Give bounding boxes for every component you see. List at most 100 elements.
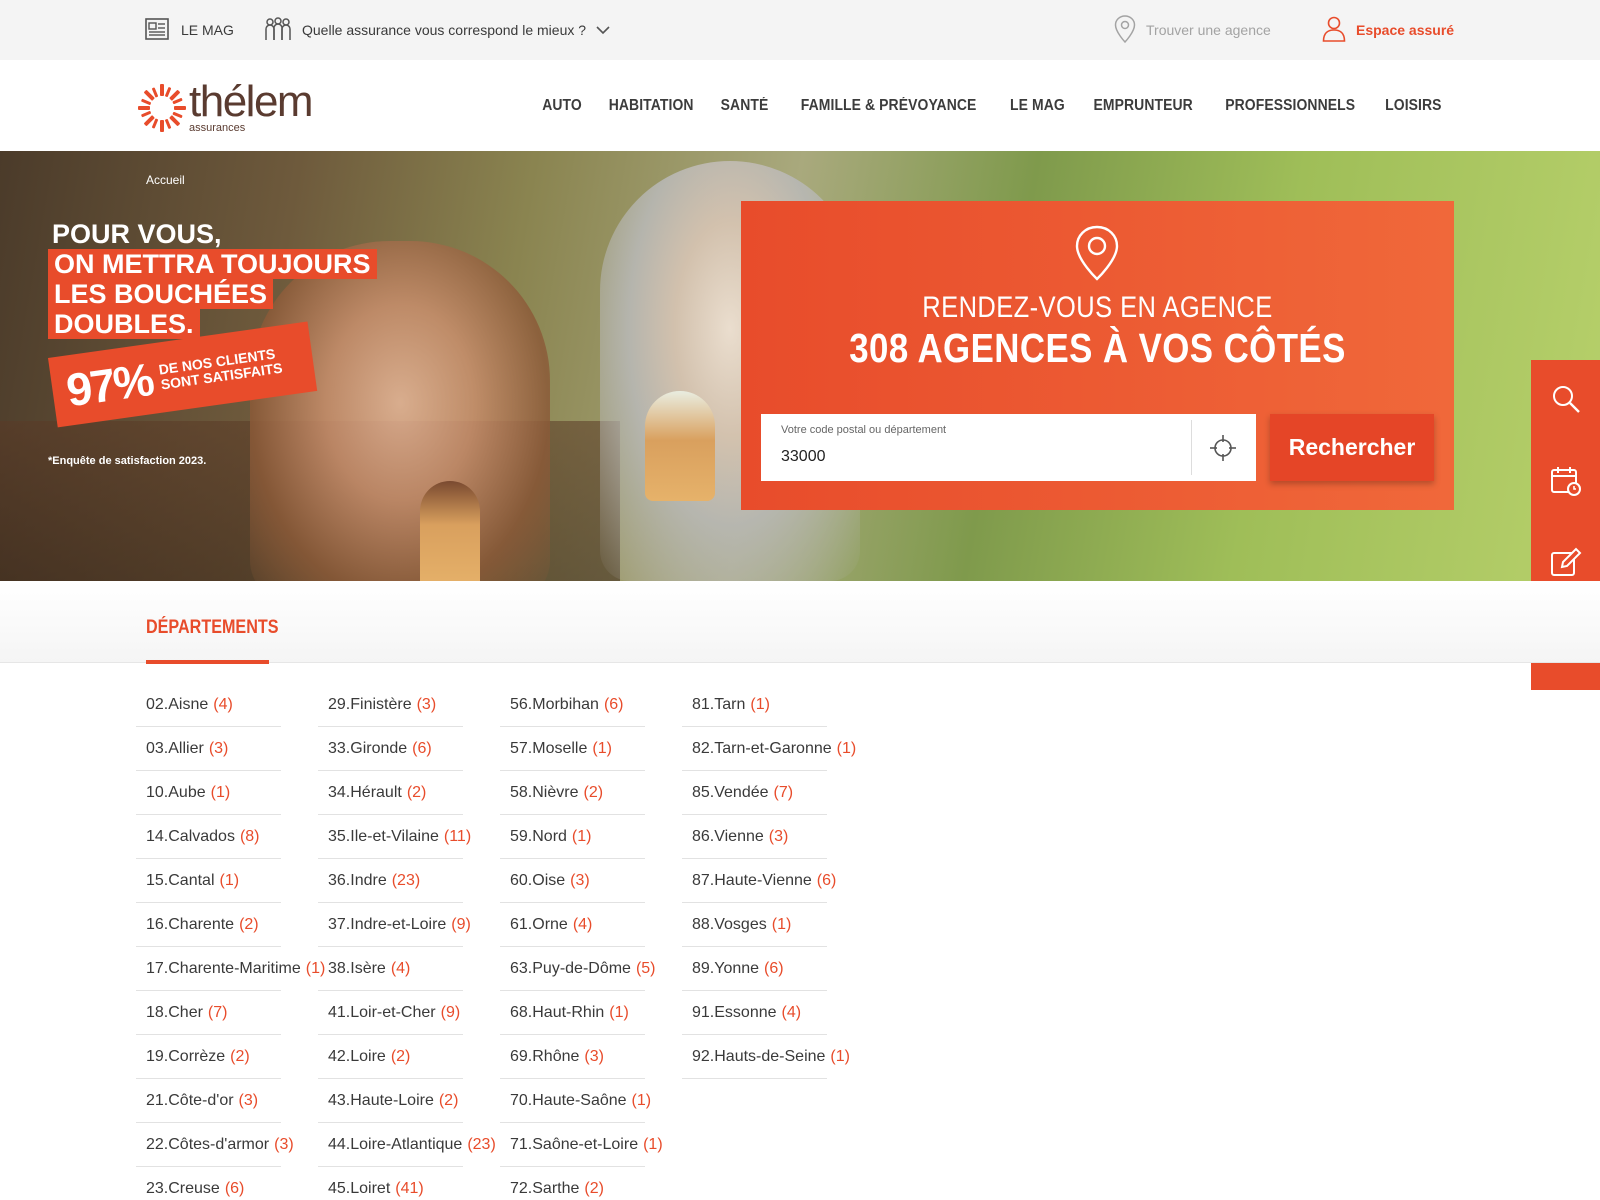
department-name: 22.Côtes-d'armor — [146, 1135, 270, 1153]
nav-links: AUTO HABITATION SANTÉ FAMILLE & PRÉVOYAN… — [540, 60, 1445, 151]
nav-auto[interactable]: AUTO — [542, 97, 582, 115]
department-link[interactable]: 23.Creuse (6) — [136, 1167, 281, 1200]
nav-famille-prevoyance[interactable]: FAMILLE & PRÉVOYANCE — [801, 97, 977, 115]
le-mag-link[interactable]: LE MAG — [145, 0, 234, 60]
department-link[interactable]: 36.Indre (23) — [318, 859, 463, 903]
department-agency-count: (6) — [603, 695, 624, 713]
department-name: 33.Gironde — [328, 739, 408, 757]
department-link[interactable]: 21.Côte-d'or (3) — [136, 1079, 281, 1123]
rail-search-button[interactable] — [1531, 360, 1600, 442]
insurance-finder-label: Quelle assurance vous correspond le mieu… — [302, 22, 587, 38]
main-navigation: thélem assurances AUTO HABITATION SANTÉ … — [0, 60, 1600, 151]
department-link[interactable]: 68.Haut-Rhin (1) — [500, 991, 645, 1035]
find-agency-link[interactable]: Trouver une agence — [1114, 0, 1271, 60]
family-icon — [264, 16, 292, 45]
department-agency-count: (8) — [239, 827, 260, 845]
department-link[interactable]: 61.Orne (4) — [500, 903, 645, 947]
customer-area-link[interactable]: Espace assuré — [1322, 0, 1454, 60]
department-name: 69.Rhône — [510, 1047, 580, 1065]
department-link[interactable]: 88.Vosges (1) — [682, 903, 827, 947]
department-link[interactable]: 72.Sarthe (2) — [500, 1167, 645, 1200]
department-name: 85.Vendée — [692, 783, 769, 801]
department-link[interactable]: 17.Charente-Maritime (1) — [136, 947, 325, 991]
department-link[interactable]: 89.Yonne (6) — [682, 947, 827, 991]
department-name: 03.Allier — [146, 739, 204, 757]
rail-appointment-button[interactable] — [1531, 442, 1600, 524]
nav-emprunteur[interactable]: EMPRUNTEUR — [1093, 97, 1192, 115]
search-button[interactable]: Rechercher — [1270, 414, 1434, 481]
department-link[interactable]: 38.Isère (4) — [318, 947, 463, 991]
search-icon — [1551, 384, 1581, 419]
department-name: 87.Haute-Vienne — [692, 871, 812, 889]
department-link[interactable]: 60.Oise (3) — [500, 859, 645, 903]
department-name: 86.Vienne — [692, 827, 764, 845]
department-link[interactable]: 63.Puy-de-Dôme (5) — [500, 947, 656, 991]
department-agency-count: (1) — [219, 871, 240, 889]
department-link[interactable]: 10.Aube (1) — [136, 771, 281, 815]
department-agency-count: (6) — [816, 871, 837, 889]
department-link[interactable]: 22.Côtes-d'armor (3) — [136, 1123, 294, 1167]
department-name: 18.Cher — [146, 1003, 203, 1021]
nav-le-mag[interactable]: LE MAG — [1010, 97, 1065, 115]
department-link[interactable]: 15.Cantal (1) — [136, 859, 281, 903]
nav-professionnels[interactable]: PROFESSIONNELS — [1225, 97, 1355, 115]
le-mag-label: LE MAG — [181, 22, 234, 38]
chevron-down-icon — [596, 22, 610, 38]
nav-habitation[interactable]: HABITATION — [609, 97, 694, 115]
department-link[interactable]: 58.Nièvre (2) — [500, 771, 645, 815]
user-icon — [1322, 16, 1346, 45]
department-link[interactable]: 45.Loiret (41) — [318, 1167, 463, 1200]
department-link[interactable]: 35.Ile-et-Vilaine (11) — [318, 815, 471, 859]
department-link[interactable]: 82.Tarn-et-Garonne (1) — [682, 727, 856, 771]
department-name: 58.Nièvre — [510, 783, 579, 801]
department-link[interactable]: 71.Saône-et-Loire (1) — [500, 1123, 663, 1167]
department-link[interactable]: 87.Haute-Vienne (6) — [682, 859, 836, 903]
department-name: 71.Saône-et-Loire — [510, 1135, 639, 1153]
geolocate-icon[interactable] — [1209, 434, 1237, 462]
thelem-logo[interactable]: thélem assurances — [136, 78, 314, 138]
department-name: 91.Essonne — [692, 1003, 777, 1021]
department-link[interactable]: 29.Finistère (3) — [318, 683, 463, 727]
department-agency-count: (3) — [238, 1091, 259, 1109]
department-link[interactable]: 92.Hauts-de-Seine (1) — [682, 1035, 850, 1079]
department-link[interactable]: 03.Allier (3) — [136, 727, 281, 771]
department-link[interactable]: 18.Cher (7) — [136, 991, 281, 1035]
nav-loisirs[interactable]: LOISIRS — [1385, 97, 1441, 115]
department-link[interactable]: 19.Corrèze (2) — [136, 1035, 281, 1079]
department-link[interactable]: 02.Aisne (4) — [136, 683, 281, 727]
tab-active-indicator — [146, 660, 269, 664]
department-name: 60.Oise — [510, 871, 566, 889]
department-name: 35.Ile-et-Vilaine — [328, 827, 439, 845]
hero-slogan: POUR VOUS, ON METTRA TOUJOURS LES BOUCHÉ… — [48, 219, 377, 339]
department-link[interactable]: 33.Gironde (6) — [318, 727, 463, 771]
department-column: 02.Aisne (4) 03.Allier (3) 10.Aube (1) 14.Calv… — [136, 683, 325, 1200]
hero-photo-ice-cream-2 — [645, 391, 715, 501]
department-link[interactable]: 59.Nord (1) — [500, 815, 645, 859]
department-link[interactable]: 56.Morbihan (6) — [500, 683, 645, 727]
department-name: 44.Loire-Atlantique — [328, 1135, 463, 1153]
department-name: 43.Haute-Loire — [328, 1091, 434, 1109]
department-link[interactable]: 44.Loire-Atlantique (23) — [318, 1123, 496, 1167]
department-agency-count: (1) — [830, 1047, 850, 1065]
department-link[interactable]: 57.Moselle (1) — [500, 727, 645, 771]
breadcrumb-home[interactable]: Accueil — [146, 173, 185, 187]
department-link[interactable]: 86.Vienne (3) — [682, 815, 827, 859]
department-link[interactable]: 16.Charente (2) — [136, 903, 281, 947]
department-link[interactable]: 41.Loir-et-Cher (9) — [318, 991, 463, 1035]
postal-code-input[interactable] — [781, 442, 1171, 472]
brand-sub: assurances — [189, 122, 246, 134]
department-link[interactable]: 70.Haute-Saône (1) — [500, 1079, 651, 1123]
department-link[interactable]: 85.Vendée (7) — [682, 771, 827, 815]
department-link[interactable]: 42.Loire (2) — [318, 1035, 463, 1079]
insurance-finder-dropdown[interactable]: Quelle assurance vous correspond le mieu… — [264, 0, 610, 60]
department-link[interactable]: 43.Haute-Loire (2) — [318, 1079, 463, 1123]
department-link[interactable]: 34.Hérault (2) — [318, 771, 463, 815]
tab-departements[interactable]: DÉPARTEMENTS — [146, 617, 279, 639]
nav-sante[interactable]: SANTÉ — [721, 97, 769, 115]
department-link[interactable]: 69.Rhône (3) — [500, 1035, 645, 1079]
department-link[interactable]: 14.Calvados (8) — [136, 815, 281, 859]
department-link[interactable]: 37.Indre-et-Loire (9) — [318, 903, 471, 947]
department-name: 38.Isère — [328, 959, 386, 977]
department-link[interactable]: 91.Essonne (4) — [682, 991, 827, 1035]
department-link[interactable]: 81.Tarn (1) — [682, 683, 827, 727]
